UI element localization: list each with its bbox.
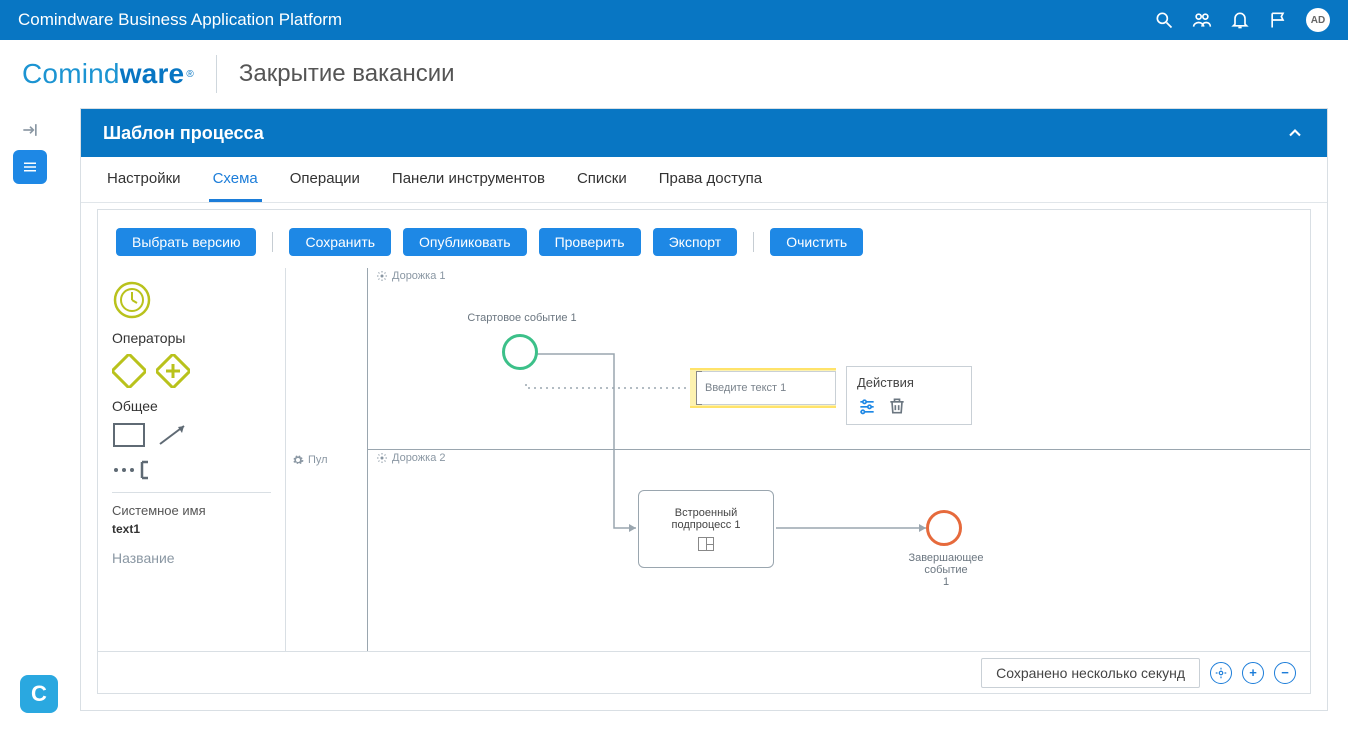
divider <box>216 55 217 93</box>
save-status: Сохранено несколько секунд <box>981 658 1200 688</box>
settings-icon[interactable] <box>857 396 877 416</box>
status-bar: Сохранено несколько секунд + − <box>98 651 1310 693</box>
bracket-shape-icon[interactable] <box>112 458 162 482</box>
flag-icon[interactable] <box>1268 10 1288 30</box>
top-actions: AD <box>1154 8 1330 32</box>
palette: Операторы Общее Системное имя text1 Назв… <box>98 268 286 651</box>
gateway-plus-icon[interactable] <box>156 354 190 388</box>
timer-event-icon[interactable] <box>112 280 152 320</box>
check-button[interactable]: Проверить <box>539 228 641 256</box>
separator <box>753 232 754 252</box>
tab-operations[interactable]: Операции <box>286 158 364 202</box>
palette-common-label: Общее <box>112 398 271 414</box>
select-version-button[interactable]: Выбрать версию <box>116 228 256 256</box>
tab-toolbars[interactable]: Панели инструментов <box>388 158 549 202</box>
text-annotation[interactable]: Введите текст 1 <box>696 371 836 405</box>
header: Comindware® Закрытие вакансии <box>0 40 1348 108</box>
actions-popup: Действия <box>846 366 972 425</box>
property-name-label: Название <box>112 550 271 566</box>
app-badge[interactable]: C <box>20 675 58 713</box>
subprocess-marker-icon <box>698 537 714 551</box>
platform-title: Comindware Business Application Platform <box>18 10 342 30</box>
zoom-in-button[interactable]: + <box>1242 662 1264 684</box>
editor-frame: Выбрать версию Сохранить Опубликовать Пр… <box>97 209 1311 694</box>
palette-operators-label: Операторы <box>112 330 271 346</box>
separator <box>272 232 273 252</box>
panel-header: Шаблон процесса <box>81 109 1327 157</box>
popup-title: Действия <box>857 375 961 390</box>
user-avatar[interactable]: AD <box>1306 8 1330 32</box>
rect-shape-icon[interactable] <box>112 422 146 448</box>
tab-scheme[interactable]: Схема <box>209 158 262 202</box>
left-rail: C <box>0 108 60 731</box>
collapse-panel-icon[interactable] <box>1285 123 1305 143</box>
top-bar: Comindware Business Application Platform… <box>0 0 1348 40</box>
collapse-icon[interactable] <box>20 120 40 140</box>
start-event[interactable] <box>502 334 538 370</box>
property-sysname-value: text1 <box>112 522 271 536</box>
tab-access[interactable]: Права доступа <box>655 158 766 202</box>
workspace: Операторы Общее Системное имя text1 Назв… <box>98 268 1310 651</box>
tab-lists[interactable]: Списки <box>573 158 631 202</box>
start-event-label: Стартовое событие 1 <box>462 312 582 324</box>
property-sysname-label: Системное имя <box>112 492 271 518</box>
clear-button[interactable]: Очистить <box>770 228 863 256</box>
people-icon[interactable] <box>1192 10 1212 30</box>
subprocess-task[interactable]: Встроенный подпроцесс 1 <box>638 490 774 568</box>
arrow-shape-icon[interactable] <box>156 422 190 448</box>
delete-icon[interactable] <box>887 396 907 416</box>
tabs: Настройки Схема Операции Панели инструме… <box>81 157 1327 203</box>
diagram-canvas[interactable]: Пул Дорожка 1 Дорожка 2 <box>286 268 1310 651</box>
end-event-label: Завершающее событие1 <box>886 552 1006 588</box>
content-panel: Шаблон процесса Настройки Схема Операции… <box>80 108 1328 711</box>
gateway-icon[interactable] <box>112 354 146 388</box>
bell-icon[interactable] <box>1230 10 1250 30</box>
zoom-out-button[interactable]: − <box>1274 662 1296 684</box>
panel-title: Шаблон процесса <box>103 123 264 144</box>
export-button[interactable]: Экспорт <box>653 228 738 256</box>
logo: Comindware® <box>22 58 194 90</box>
end-event[interactable] <box>926 510 962 546</box>
toolbar: Выбрать версию Сохранить Опубликовать Пр… <box>98 210 1310 266</box>
connectors <box>286 268 1286 648</box>
publish-button[interactable]: Опубликовать <box>403 228 527 256</box>
search-icon[interactable] <box>1154 10 1174 30</box>
zoom-fit-button[interactable] <box>1210 662 1232 684</box>
page-title: Закрытие вакансии <box>239 60 455 88</box>
tab-settings[interactable]: Настройки <box>103 158 185 202</box>
menu-button[interactable] <box>13 150 47 184</box>
save-button[interactable]: Сохранить <box>289 228 391 256</box>
